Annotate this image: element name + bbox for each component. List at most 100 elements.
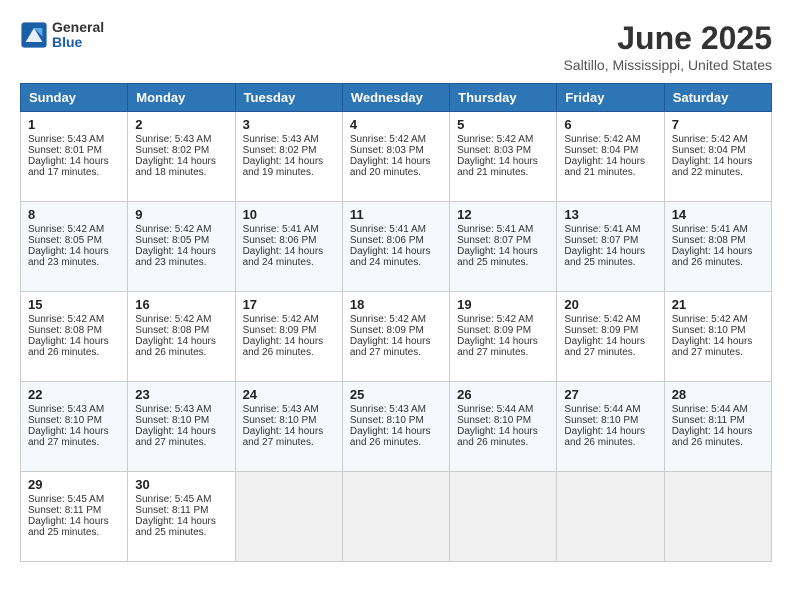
- sunrise-label: Sunrise: 5:43 AM: [243, 134, 319, 145]
- sunrise-label: Sunrise: 5:42 AM: [564, 134, 640, 145]
- calendar-cell: 1Sunrise: 5:43 AMSunset: 8:01 PMDaylight…: [21, 112, 128, 202]
- day-number: 26: [457, 387, 549, 402]
- daylight-label: Daylight: 14 hours and 26 minutes.: [350, 426, 431, 448]
- day-number: 23: [135, 387, 227, 402]
- daylight-label: Daylight: 14 hours and 27 minutes.: [350, 336, 431, 358]
- day-number: 2: [135, 117, 227, 132]
- calendar-table: SundayMondayTuesdayWednesdayThursdayFrid…: [20, 83, 772, 562]
- calendar-cell: 28Sunrise: 5:44 AMSunset: 8:11 PMDayligh…: [664, 382, 771, 472]
- calendar-cell: 26Sunrise: 5:44 AMSunset: 8:10 PMDayligh…: [450, 382, 557, 472]
- daylight-label: Daylight: 14 hours and 26 minutes.: [28, 336, 109, 358]
- sunrise-label: Sunrise: 5:43 AM: [135, 404, 211, 415]
- daylight-label: Daylight: 14 hours and 25 minutes.: [564, 246, 645, 268]
- calendar-body: 1Sunrise: 5:43 AMSunset: 8:01 PMDaylight…: [21, 112, 772, 562]
- calendar-cell: 29 Sunrise: 5:45 AMSunset: 8:11 PMDayligh…: [21, 472, 128, 562]
- calendar-cell: [450, 472, 557, 562]
- calendar-cell: 15Sunrise: 5:42 AMSunset: 8:08 PMDayligh…: [21, 292, 128, 382]
- calendar-cell: 23Sunrise: 5:43 AMSunset: 8:10 PMDayligh…: [128, 382, 235, 472]
- day-number: 28: [672, 387, 764, 402]
- day-number: 17: [243, 297, 335, 312]
- sunset-label: Sunset: 8:08 PM: [28, 325, 102, 336]
- header-day: Wednesday: [342, 84, 449, 112]
- calendar-cell: 3Sunrise: 5:43 AMSunset: 8:02 PMDaylight…: [235, 112, 342, 202]
- sunrise-label: Sunrise: 5:41 AM: [457, 224, 533, 235]
- sunrise-label: Sunrise: 5:42 AM: [28, 224, 104, 235]
- daylight-label: Daylight: 14 hours and 23 minutes.: [28, 246, 109, 268]
- daylight-label: Daylight: 14 hours and 19 minutes.: [243, 156, 324, 178]
- sunrise-label: Sunrise: 5:44 AM: [457, 404, 533, 415]
- daylight-label: Daylight: 14 hours and 27 minutes.: [564, 336, 645, 358]
- sunrise-label: Sunrise: 5:45 AM: [135, 494, 211, 505]
- sunset-label: Sunset: 8:11 PM: [28, 505, 101, 516]
- day-number: 27: [564, 387, 656, 402]
- calendar-cell: 21 Sunrise: 5:42 AMSunset: 8:10 PMDayligh…: [664, 292, 771, 382]
- day-number: 9: [135, 207, 227, 222]
- header-day: Friday: [557, 84, 664, 112]
- calendar-week: 1Sunrise: 5:43 AMSunset: 8:01 PMDaylight…: [21, 112, 772, 202]
- day-number: 24: [243, 387, 335, 402]
- header-day: Saturday: [664, 84, 771, 112]
- sunset-label: Sunset: 8:08 PM: [672, 235, 746, 246]
- day-number: 15: [28, 297, 120, 312]
- day-number: 1: [28, 117, 120, 132]
- calendar-cell: 6Sunrise: 5:42 AMSunset: 8:04 PMDaylight…: [557, 112, 664, 202]
- calendar-cell: 10Sunrise: 5:41 AMSunset: 8:06 PMDayligh…: [235, 202, 342, 292]
- header-day: Tuesday: [235, 84, 342, 112]
- day-number: 29: [28, 477, 120, 492]
- calendar-cell: 5Sunrise: 5:42 AMSunset: 8:03 PMDaylight…: [450, 112, 557, 202]
- daylight-label: Daylight: 14 hours and 18 minutes.: [135, 156, 216, 178]
- calendar-cell: 8Sunrise: 5:42 AMSunset: 8:05 PMDaylight…: [21, 202, 128, 292]
- sunset-label: Sunset: 8:06 PM: [350, 235, 424, 246]
- calendar-cell: 11Sunrise: 5:41 AMSunset: 8:06 PMDayligh…: [342, 202, 449, 292]
- page-header: General Blue June 2025 Saltillo, Mississ…: [20, 20, 772, 73]
- sunrise-label: Sunrise: 5:42 AM: [350, 134, 426, 145]
- calendar-cell: 25Sunrise: 5:43 AMSunset: 8:10 PMDayligh…: [342, 382, 449, 472]
- sunrise-label: Sunrise: 5:42 AM: [564, 314, 640, 325]
- sunset-label: Sunset: 8:10 PM: [672, 325, 746, 336]
- sunset-label: Sunset: 8:11 PM: [135, 505, 208, 516]
- calendar-cell: 2Sunrise: 5:43 AMSunset: 8:02 PMDaylight…: [128, 112, 235, 202]
- calendar-cell: 14Sunrise: 5:41 AMSunset: 8:08 PMDayligh…: [664, 202, 771, 292]
- day-number: 18: [350, 297, 442, 312]
- calendar-week: 22 Sunrise: 5:43 AM Sunset: 8:10 PM Dayligh…: [21, 382, 772, 472]
- sunset-label: Sunset: 8:09 PM: [350, 325, 424, 336]
- logo-icon: [20, 21, 48, 49]
- daylight-label: Daylight: 14 hours and 25 minutes.: [28, 516, 109, 538]
- calendar-cell: 13Sunrise: 5:41 AMSunset: 8:07 PMDayligh…: [557, 202, 664, 292]
- day-number: 13: [564, 207, 656, 222]
- title-block: June 2025 Saltillo, Mississippi, United …: [563, 20, 772, 73]
- daylight-label: Daylight: 14 hours and 24 minutes.: [350, 246, 431, 268]
- daylight-label: Daylight: 14 hours and 26 minutes.: [457, 426, 538, 448]
- sunrise-label: Sunrise: 5:41 AM: [564, 224, 640, 235]
- day-number: 22: [28, 387, 120, 402]
- sunset-label: Sunset: 8:10 PM: [564, 415, 638, 426]
- daylight-label: Daylight: 14 hours and 27 minutes.: [28, 426, 109, 448]
- daylight-label: Daylight: 14 hours and 21 minutes.: [564, 156, 645, 178]
- daylight-label: Daylight: 14 hours and 27 minutes.: [672, 336, 753, 358]
- day-number: 5: [457, 117, 549, 132]
- sunset-label: Sunset: 8:09 PM: [564, 325, 638, 336]
- day-number: 20: [564, 297, 656, 312]
- daylight-label: Daylight: 14 hours and 26 minutes.: [135, 336, 216, 358]
- day-number: 11: [350, 207, 442, 222]
- day-number: 6: [564, 117, 656, 132]
- calendar-cell: 16Sunrise: 5:42 AMSunset: 8:08 PMDayligh…: [128, 292, 235, 382]
- sunset-label: Sunset: 8:11 PM: [672, 415, 745, 426]
- calendar-cell: [557, 472, 664, 562]
- sunrise-label: Sunrise: 5:41 AM: [672, 224, 748, 235]
- header-day: Thursday: [450, 84, 557, 112]
- sunrise-label: Sunrise: 5:44 AM: [672, 404, 748, 415]
- calendar-cell: 30Sunrise: 5:45 AMSunset: 8:11 PMDayligh…: [128, 472, 235, 562]
- day-number: 21: [672, 297, 764, 312]
- daylight-label: Daylight: 14 hours and 21 minutes.: [457, 156, 538, 178]
- sunset-label: Sunset: 8:02 PM: [135, 145, 209, 156]
- sunrise-label: Sunrise: 5:45 AM: [28, 494, 104, 505]
- sunrise-label: Sunrise: 5:44 AM: [564, 404, 640, 415]
- sunrise-label: Sunrise: 5:42 AM: [672, 314, 748, 325]
- daylight-label: Daylight: 14 hours and 25 minutes.: [457, 246, 538, 268]
- day-number: 25: [350, 387, 442, 402]
- logo: General Blue: [20, 20, 104, 51]
- calendar-cell: 4Sunrise: 5:42 AMSunset: 8:03 PMDaylight…: [342, 112, 449, 202]
- daylight-label: Daylight: 14 hours and 26 minutes.: [243, 336, 324, 358]
- calendar-week: 15Sunrise: 5:42 AMSunset: 8:08 PMDayligh…: [21, 292, 772, 382]
